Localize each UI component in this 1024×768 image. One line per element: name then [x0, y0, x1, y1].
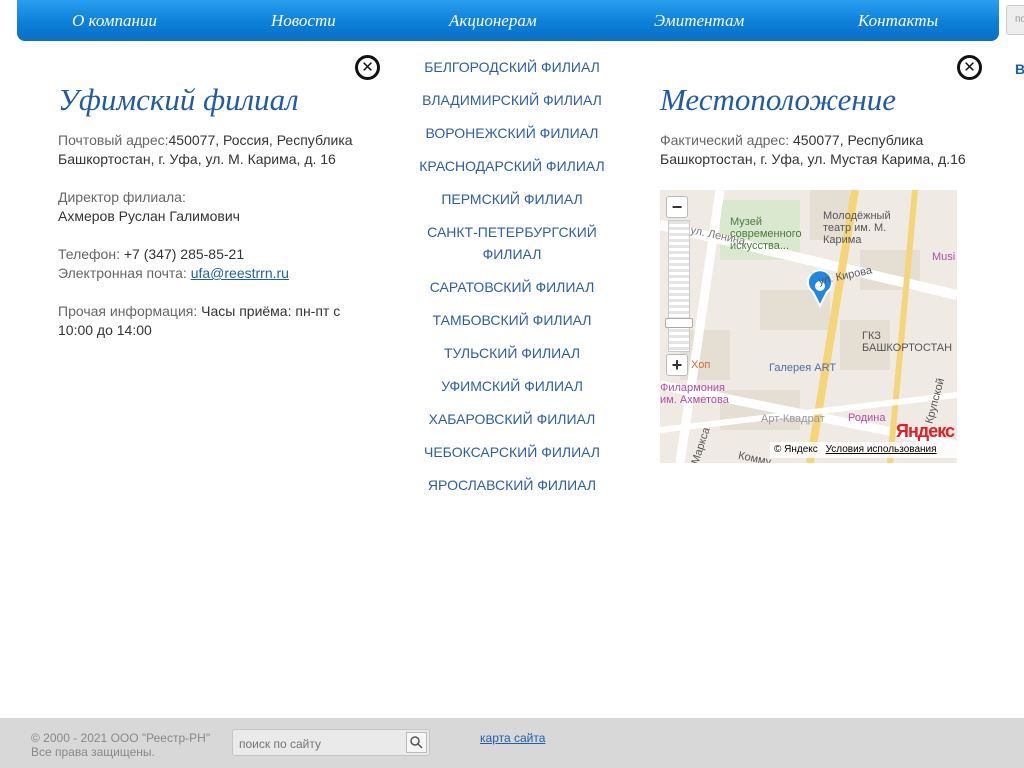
footer-copyright: © 2000 - 2021 ООО "Реестр-РН" Все права …: [31, 731, 210, 759]
list-item[interactable]: Хабаровский филиал: [412, 408, 612, 430]
list-item[interactable]: Уфимский филиал: [412, 375, 612, 397]
branch-link[interactable]: Краснодарский филиал: [419, 158, 604, 174]
close-branch-panel-button[interactable]: ✕: [355, 55, 380, 80]
nav-news[interactable]: Новости: [271, 11, 336, 31]
email-label: Электронная почта:: [58, 265, 187, 281]
list-item[interactable]: Санкт-Петербургский филиал: [412, 221, 612, 265]
branch-link[interactable]: Белгородский филиал: [424, 59, 600, 75]
other-info: Прочая информация: Часы приёма: пн-пт с …: [58, 302, 358, 340]
branch-link[interactable]: Хабаровский филиал: [429, 411, 596, 427]
branch-link[interactable]: Санкт-Петербургский филиал: [427, 224, 597, 262]
zoom-slider-handle[interactable]: [665, 318, 693, 328]
map-attribution: © Яндекс Условия использования: [770, 442, 957, 458]
branch-link[interactable]: Саратовский филиал: [430, 279, 595, 295]
map-label-gkz: ГКЗ БАШКОРТОСТАН: [862, 330, 953, 354]
branch-link[interactable]: Ярославский филиал: [428, 477, 596, 493]
edge-link[interactable]: В: [1015, 61, 1024, 77]
map-label-art-square: Арт-Квадрат: [761, 413, 825, 425]
map-copyright: © Яндекс: [774, 444, 818, 455]
close-location-panel-button[interactable]: ✕: [957, 55, 982, 80]
zoom-out-button[interactable]: −: [666, 196, 688, 218]
footer-search-input[interactable]: [239, 735, 404, 752]
nav-shareholders[interactable]: Акционерам: [449, 11, 537, 31]
top-navigation: О компании Новости Акционерам Эмитентам …: [17, 0, 999, 41]
zoom-slider-track[interactable]: [668, 220, 690, 352]
footer-search-box: [232, 729, 430, 756]
director: Директор филиала: Ахмеров Руслан Галимов…: [58, 188, 358, 226]
zoom-in-button[interactable]: +: [666, 354, 688, 376]
list-item[interactable]: Воронежский филиал: [412, 122, 612, 144]
close-icon: ✕: [963, 59, 976, 76]
list-item[interactable]: Белгородский филиал: [412, 56, 612, 78]
close-icon: ✕: [361, 59, 374, 76]
list-item[interactable]: Краснодарский филиал: [412, 155, 612, 177]
copyright-line-1: © 2000 - 2021 ООО "Реестр-РН": [31, 731, 211, 745]
nav-contacts[interactable]: Контакты: [858, 11, 938, 31]
branch-link[interactable]: Тульский филиал: [444, 345, 580, 361]
location-title: Местоположение: [660, 82, 897, 117]
list-item[interactable]: Тамбовский филиал: [412, 309, 612, 331]
director-label: Директор филиала:: [58, 189, 186, 205]
list-item[interactable]: Владимирский филиал: [412, 89, 612, 111]
phone-label: Телефон:: [58, 246, 120, 262]
director-value: Ахмеров Руслан Галимович: [58, 208, 240, 224]
map-label-rodina: Родина: [848, 412, 886, 424]
other-label: Прочая информация:: [58, 303, 198, 319]
map-label-hop: Хоп: [691, 359, 711, 371]
branch-title: Уфимский филиал: [58, 82, 299, 117]
list-item[interactable]: Саратовский филиал: [412, 276, 612, 298]
contacts: Телефон: +7 (347) 285-85-21 Электронная …: [58, 245, 358, 283]
sitemap-link[interactable]: карта сайта: [480, 731, 545, 745]
list-item[interactable]: Ярославский филиал: [412, 474, 612, 496]
list-item[interactable]: Пермский филиал: [412, 188, 612, 210]
branch-link[interactable]: Владимирский филиал: [422, 92, 602, 108]
yandex-logo: Яндекс: [896, 421, 955, 442]
footer-search-button[interactable]: [406, 732, 427, 753]
search-icon: [410, 736, 423, 749]
postal-address: Почтовый адрес:450077, Россия, Республик…: [58, 131, 358, 169]
branch-list: Белгородский филиал Владимирский филиал …: [412, 56, 612, 507]
map-label-gallery: Галерея ART: [769, 362, 837, 374]
yandex-map[interactable]: Музей современного искусства... Молодёжн…: [660, 190, 957, 463]
nav-issuers[interactable]: Эмитентам: [654, 11, 744, 31]
top-search-input[interactable]: по: [1006, 5, 1024, 35]
address-label: Фактический адрес:: [660, 132, 790, 148]
list-item[interactable]: Чебоксарский филиал: [412, 441, 612, 463]
map-label-music: Musi: [932, 251, 956, 263]
branch-link[interactable]: Тамбовский филиал: [433, 312, 592, 328]
list-item[interactable]: Тульский филиал: [412, 342, 612, 364]
branch-link[interactable]: Уфимский филиал: [441, 378, 583, 394]
branch-link[interactable]: Воронежский филиал: [426, 125, 599, 141]
map-label-theatre: Молодёжный театр им. М. Карима: [823, 210, 891, 246]
terms-link[interactable]: Условия использования: [826, 444, 937, 455]
email-link[interactable]: ufa@reestrrn.ru: [191, 265, 289, 281]
nav-about[interactable]: О компании: [72, 11, 157, 31]
branch-link[interactable]: Пермский филиал: [441, 191, 582, 207]
postal-label: Почтовый адрес:: [58, 132, 169, 148]
copyright-line-2: Все права защищены.: [31, 745, 155, 759]
phone-value: +7 (347) 285-85-21: [123, 246, 245, 262]
branch-link[interactable]: Чебоксарский филиал: [424, 444, 600, 460]
actual-address: Фактический адрес: 450077, Республика Ба…: [660, 131, 980, 169]
footer: © 2000 - 2021 ООО "Реестр-РН" Все права …: [0, 718, 1024, 768]
map-label-philharmonic: Филармония им. Ахметова: [660, 382, 729, 406]
yandex-logo-text: Яндекс: [896, 421, 955, 441]
